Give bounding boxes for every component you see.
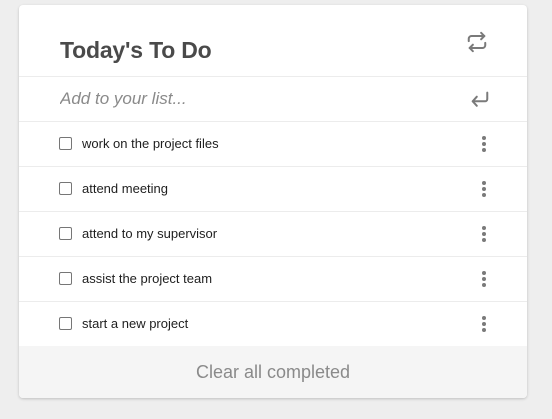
vertical-dots-icon[interactable] [481,226,487,242]
todo-checkbox[interactable] [59,317,72,330]
list-item: work on the project files [19,122,527,167]
page-title: Today's To Do [60,37,212,63]
vertical-dots-icon[interactable] [481,271,487,287]
add-item-row [19,77,527,122]
card-header: Today's To Do [19,5,527,77]
todo-text: start a new project [82,316,189,331]
todo-text: assist the project team [82,271,213,286]
todo-text: attend to my supervisor [82,226,218,241]
vertical-dots-icon[interactable] [481,316,487,332]
enter-return-icon[interactable] [470,90,490,108]
refresh-icon[interactable] [466,31,488,53]
todo-list: work on the project files attend meeting… [19,122,527,346]
list-item: assist the project team [19,257,527,302]
vertical-dots-icon[interactable] [481,136,487,152]
list-item: attend to my supervisor [19,212,527,257]
card-footer: Clear all completed [19,346,527,398]
add-item-input[interactable] [58,86,442,112]
todo-text: work on the project files [82,136,219,151]
todo-checkbox[interactable] [59,227,72,240]
list-item: attend meeting [19,167,527,212]
list-item: start a new project [19,302,527,346]
clear-completed-button[interactable]: Clear all completed [196,361,350,383]
todo-card: Today's To Do work on the project files [19,5,527,398]
todo-checkbox[interactable] [59,272,72,285]
todo-checkbox[interactable] [59,137,72,150]
vertical-dots-icon[interactable] [481,181,487,197]
todo-checkbox[interactable] [59,182,72,195]
todo-text: attend meeting [82,181,169,196]
